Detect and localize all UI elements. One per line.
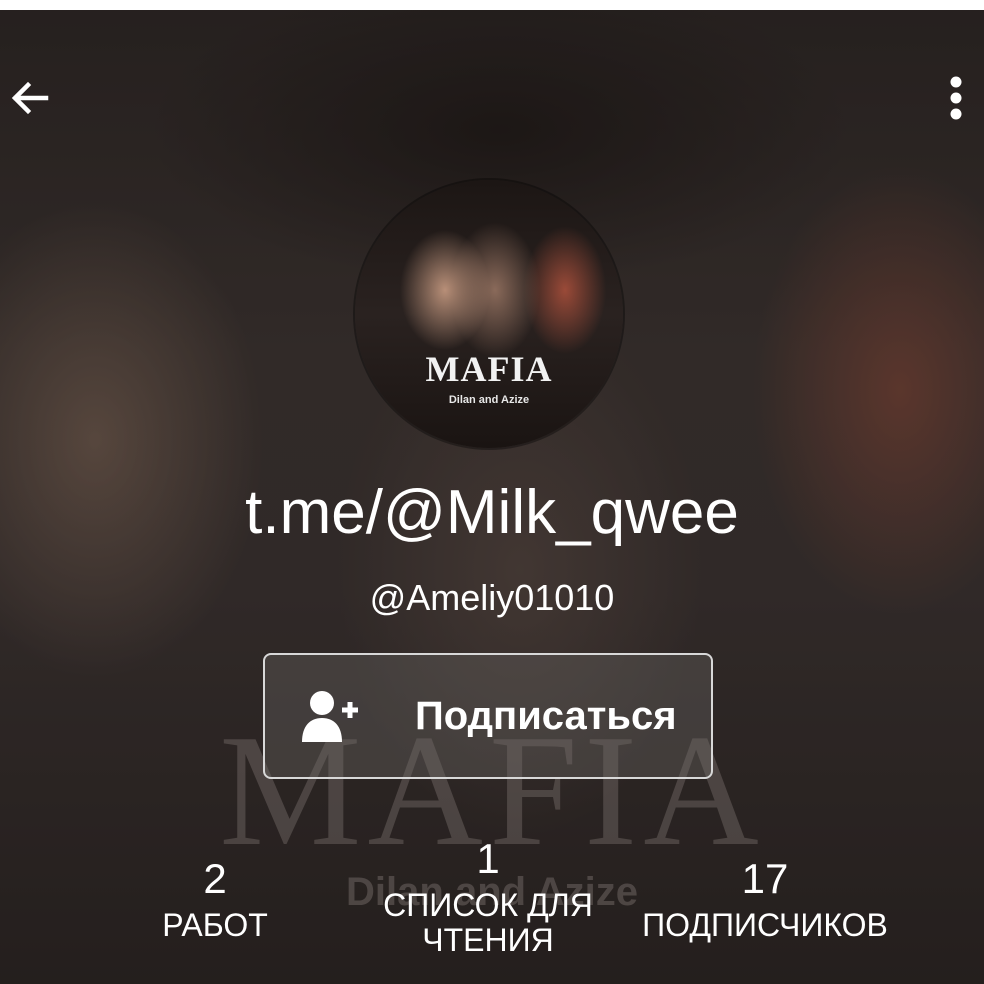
stat-works-label: РАБОТ <box>162 907 268 943</box>
arrow-left-icon <box>11 81 49 115</box>
add-user-icon <box>295 681 365 751</box>
stat-followers[interactable]: 17 ПОДПИСЧИКОВ <box>625 858 905 943</box>
stat-followers-label: ПОДПИСЧИКОВ <box>642 907 888 943</box>
follow-button-label: Подписаться <box>415 693 677 738</box>
stat-works[interactable]: 2 РАБОТ <box>130 858 300 943</box>
display-name: t.me/@Milk_qwee <box>245 478 739 547</box>
more-options-button[interactable] <box>936 68 976 128</box>
follow-button[interactable]: Подписаться <box>263 653 713 779</box>
more-vertical-icon <box>950 76 962 120</box>
profile-screen: MAFIA Dilan and Azize MAFIA Dilan and Az… <box>0 10 984 984</box>
avatar[interactable]: MAFIA Dilan and Azize <box>355 180 623 448</box>
back-button[interactable] <box>0 68 60 128</box>
stat-reading-lists-label: СПИСОК ДЛЯ ЧТЕНИЯ <box>383 887 593 959</box>
stat-reading-lists[interactable]: 1 СПИСОК ДЛЯ ЧТЕНИЯ <box>370 838 606 958</box>
stat-works-value: 2 <box>203 855 227 902</box>
stat-reading-lists-value: 1 <box>476 835 500 882</box>
stat-followers-value: 17 <box>741 855 789 902</box>
username: @Ameliy01010 <box>369 577 615 618</box>
avatar-cover-subtitle: Dilan and Azize <box>448 394 530 406</box>
avatar-cover-title: MAFIA <box>425 349 553 389</box>
